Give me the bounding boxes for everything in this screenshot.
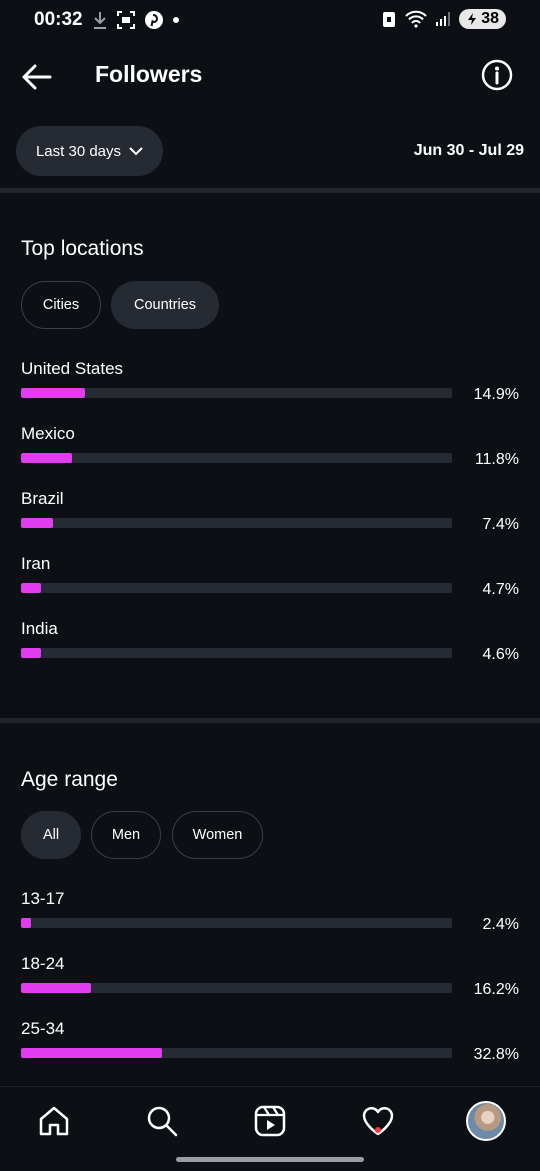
location-label: Mexico bbox=[21, 424, 75, 443]
chip-women-label: Women bbox=[192, 827, 243, 843]
pinterest-icon bbox=[145, 11, 163, 29]
chip-men-label: Men bbox=[111, 827, 141, 843]
bar-fill bbox=[21, 388, 86, 398]
bar-fill bbox=[21, 918, 32, 928]
location-row: Brazil 7.4% bbox=[21, 489, 521, 539]
chip-cities[interactable]: Cities bbox=[21, 281, 101, 329]
search-icon[interactable] bbox=[144, 1103, 180, 1139]
home-icon[interactable] bbox=[36, 1103, 72, 1139]
location-value: 11.8% bbox=[474, 451, 519, 468]
bar-fill bbox=[21, 1048, 163, 1058]
notification-dot bbox=[375, 1127, 381, 1133]
data-saver-icon bbox=[383, 12, 396, 27]
bar-fill bbox=[21, 983, 91, 993]
location-label: India bbox=[21, 619, 58, 638]
location-row: Iran 4.7% bbox=[21, 554, 521, 604]
chip-cities-label: Cities bbox=[42, 297, 80, 313]
location-value: 4.6% bbox=[482, 646, 519, 663]
bar-track bbox=[21, 918, 452, 928]
status-bar: 00:32 38 bbox=[0, 0, 540, 42]
section-divider bbox=[0, 188, 540, 193]
bar-fill bbox=[21, 453, 72, 463]
chip-all-label: All bbox=[42, 827, 60, 843]
bar-track bbox=[21, 1048, 452, 1058]
date-range-text: Jun 30 - Jul 29 bbox=[413, 142, 524, 159]
age-value: 32.8% bbox=[473, 1046, 519, 1063]
bar-track bbox=[21, 983, 452, 993]
arrow-left-icon[interactable] bbox=[20, 60, 54, 94]
top-locations-title: Top locations bbox=[21, 237, 144, 260]
age-value: 16.2% bbox=[473, 981, 519, 998]
location-row: Mexico 11.8% bbox=[21, 424, 521, 474]
bar-fill bbox=[21, 518, 53, 528]
date-range-dropdown[interactable]: Last 30 days bbox=[16, 126, 163, 176]
bar-track bbox=[21, 388, 452, 398]
location-row: India 4.6% bbox=[21, 619, 521, 669]
reels-icon[interactable] bbox=[252, 1103, 288, 1139]
status-icons-left bbox=[92, 10, 180, 30]
bar-track bbox=[21, 583, 452, 593]
profile-avatar[interactable] bbox=[466, 1101, 506, 1141]
home-indicator[interactable] bbox=[176, 1157, 364, 1162]
age-row: 13-17 2.4% bbox=[21, 889, 521, 939]
screenshot-icon bbox=[117, 11, 135, 29]
location-value: 7.4% bbox=[482, 516, 519, 533]
battery-icon: 38 bbox=[459, 9, 506, 29]
bar-track bbox=[21, 453, 452, 463]
age-row: 25-34 32.8% bbox=[21, 1019, 521, 1069]
info-icon[interactable] bbox=[481, 59, 513, 91]
age-label: 18-24 bbox=[21, 954, 65, 973]
battery-level: 38 bbox=[481, 10, 499, 27]
age-value: 2.4% bbox=[482, 916, 519, 933]
header: Followers bbox=[0, 50, 540, 102]
status-time: 00:32 bbox=[34, 9, 83, 30]
chip-all[interactable]: All bbox=[21, 811, 81, 859]
location-value: 4.7% bbox=[482, 581, 519, 598]
status-icons-right: 38 bbox=[381, 9, 506, 29]
location-label: Iran bbox=[21, 554, 51, 573]
wifi-icon bbox=[405, 10, 427, 28]
download-icon bbox=[94, 12, 106, 29]
bar-fill bbox=[21, 648, 41, 658]
chip-men[interactable]: Men bbox=[91, 811, 161, 859]
heart-icon[interactable] bbox=[360, 1103, 396, 1139]
section-divider bbox=[0, 718, 540, 723]
location-label: United States bbox=[21, 359, 124, 378]
location-value: 14.9% bbox=[473, 386, 519, 403]
page-title: Followers bbox=[95, 61, 203, 87]
bar-track bbox=[21, 648, 452, 658]
age-label: 13-17 bbox=[21, 889, 65, 908]
chip-countries[interactable]: Countries bbox=[111, 281, 219, 329]
chip-women[interactable]: Women bbox=[172, 811, 263, 859]
date-range-dropdown-label: Last 30 days bbox=[35, 142, 122, 160]
chevron-down-icon bbox=[129, 147, 143, 156]
age-range-title: Age range bbox=[21, 768, 118, 791]
location-row: United States 14.9% bbox=[21, 359, 521, 409]
signal-icon bbox=[436, 12, 451, 26]
bar-fill bbox=[21, 583, 42, 593]
location-label: Brazil bbox=[21, 489, 64, 508]
chip-countries-label: Countries bbox=[133, 297, 197, 313]
age-label: 25-34 bbox=[21, 1019, 65, 1038]
dot-icon bbox=[173, 17, 179, 23]
age-row: 18-24 16.2% bbox=[21, 954, 521, 1004]
bar-track bbox=[21, 518, 452, 528]
